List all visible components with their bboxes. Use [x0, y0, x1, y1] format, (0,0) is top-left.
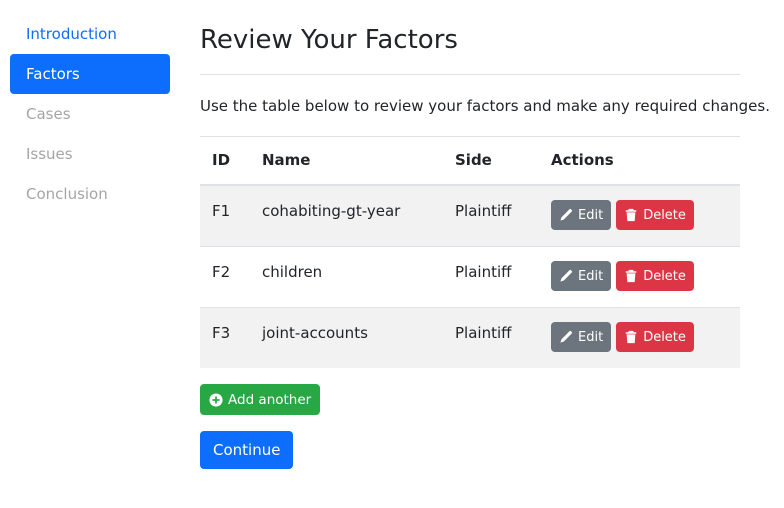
column-header-id: ID	[212, 151, 231, 169]
table-header: ID Name Side Actions	[200, 136, 740, 186]
sidebar: Introduction Factors Cases Issues Conclu…	[10, 14, 170, 214]
column-header-name: Name	[262, 151, 311, 169]
table-row: F1 cohabiting-gt-year Plaintiff Edit Del…	[200, 186, 740, 247]
row-name: joint-accounts	[262, 324, 368, 342]
row-id: F3	[212, 324, 231, 342]
delete-button[interactable]: Delete	[616, 261, 694, 291]
sidebar-item-factors[interactable]: Factors	[10, 54, 170, 94]
trash-icon	[624, 208, 638, 222]
continue-button[interactable]: Continue	[200, 431, 294, 469]
delete-button-label: Delete	[643, 329, 686, 345]
delete-button[interactable]: Delete	[616, 322, 694, 352]
row-side: Plaintiff	[455, 202, 512, 220]
pencil-icon	[559, 208, 573, 222]
row-actions: Edit Delete	[551, 322, 694, 352]
add-another-label: Add another	[228, 391, 312, 408]
edit-button-label: Edit	[578, 207, 604, 223]
factors-table: ID Name Side Actions F1 cohabiting-gt-ye…	[200, 136, 740, 368]
delete-button-label: Delete	[643, 207, 686, 223]
delete-button-label: Delete	[643, 268, 686, 284]
row-actions: Edit Delete	[551, 261, 694, 291]
page-description: Use the table below to review your facto…	[200, 97, 770, 115]
row-side: Plaintiff	[455, 324, 512, 342]
sidebar-item-cases: Cases	[26, 105, 71, 123]
column-header-actions: Actions	[551, 151, 614, 169]
row-side: Plaintiff	[455, 263, 512, 281]
edit-button-label: Edit	[578, 268, 604, 284]
pencil-icon	[559, 269, 573, 283]
plus-circle-icon	[209, 392, 223, 407]
add-another-button[interactable]: Add another	[200, 384, 321, 415]
continue-label: Continue	[213, 441, 281, 459]
edit-button[interactable]: Edit	[551, 322, 612, 352]
sidebar-item-introduction[interactable]: Introduction	[10, 14, 170, 54]
page-title: Review Your Factors	[200, 25, 458, 55]
delete-button[interactable]: Delete	[616, 200, 694, 230]
sidebar-item-issues: Issues	[26, 145, 73, 163]
pencil-icon	[559, 330, 573, 344]
table-row: F2 children Plaintiff Edit Delete	[200, 247, 740, 308]
trash-icon	[624, 330, 638, 344]
row-id: F2	[212, 263, 231, 281]
trash-icon	[624, 269, 638, 283]
row-id: F1	[212, 202, 231, 220]
row-actions: Edit Delete	[551, 200, 694, 230]
row-name: cohabiting-gt-year	[262, 202, 401, 220]
sidebar-item-conclusion: Conclusion	[26, 185, 108, 203]
edit-button[interactable]: Edit	[551, 200, 612, 230]
edit-button[interactable]: Edit	[551, 261, 612, 291]
edit-button-label: Edit	[578, 329, 604, 345]
title-divider	[200, 74, 740, 75]
table-row: F3 joint-accounts Plaintiff Edit Delete	[200, 308, 740, 368]
row-name: children	[262, 263, 323, 281]
column-header-side: Side	[455, 151, 492, 169]
